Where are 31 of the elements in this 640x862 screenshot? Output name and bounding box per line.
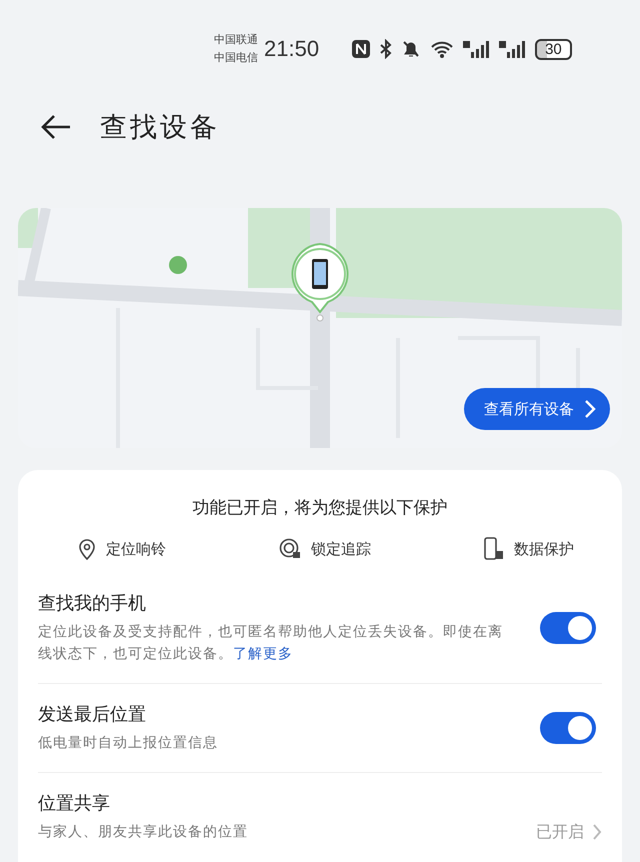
setting-description: 定位此设备及受支持配件，也可匿名帮助他人定位丢失设备。即使在离线状态下，也可定位此设备。了解更多 xyxy=(38,623,504,664)
bluetooth-icon xyxy=(379,39,394,59)
signal-icon xyxy=(463,39,492,59)
setting-title: 位置共享 xyxy=(38,792,111,815)
location-pin-icon xyxy=(78,538,96,560)
page-title: 查找设备 xyxy=(100,111,220,145)
clock-time: 21:50 xyxy=(264,36,320,62)
feature-label: 定位响铃 xyxy=(106,540,166,558)
setting-title: 查找我的手机 xyxy=(38,592,147,615)
wifi-icon xyxy=(429,39,456,59)
learn-more-link[interactable]: 了解更多 xyxy=(233,646,293,662)
feature-label: 数据保护 xyxy=(514,540,574,558)
back-arrow-icon[interactable] xyxy=(40,113,72,141)
view-all-devices-button[interactable]: 查看所有设备 xyxy=(464,388,610,430)
setting-description: 低电量时自动上报位置信息 xyxy=(38,734,219,753)
chevron-right-icon xyxy=(592,823,602,841)
setting-value: 已开启 xyxy=(536,822,584,842)
setting-description: 与家人、朋友共享此设备的位置 xyxy=(38,823,249,842)
chevron-right-icon xyxy=(584,399,596,419)
toggle-switch[interactable] xyxy=(540,712,596,744)
muted-bell-icon xyxy=(401,39,422,59)
setting-title: 发送最后位置 xyxy=(38,703,147,726)
nfc-icon xyxy=(351,39,372,59)
target-lock-icon xyxy=(279,538,301,560)
toggle-switch[interactable] xyxy=(540,612,596,644)
carrier-name: 中国联通 xyxy=(214,32,258,48)
protection-heading: 功能已开启，将为您提供以下保护 xyxy=(192,497,448,519)
signal-icon xyxy=(499,39,528,59)
feature-label: 锁定追踪 xyxy=(311,540,371,558)
carrier-name: 中国电信 xyxy=(214,50,258,66)
battery-level: 30 xyxy=(535,38,572,60)
